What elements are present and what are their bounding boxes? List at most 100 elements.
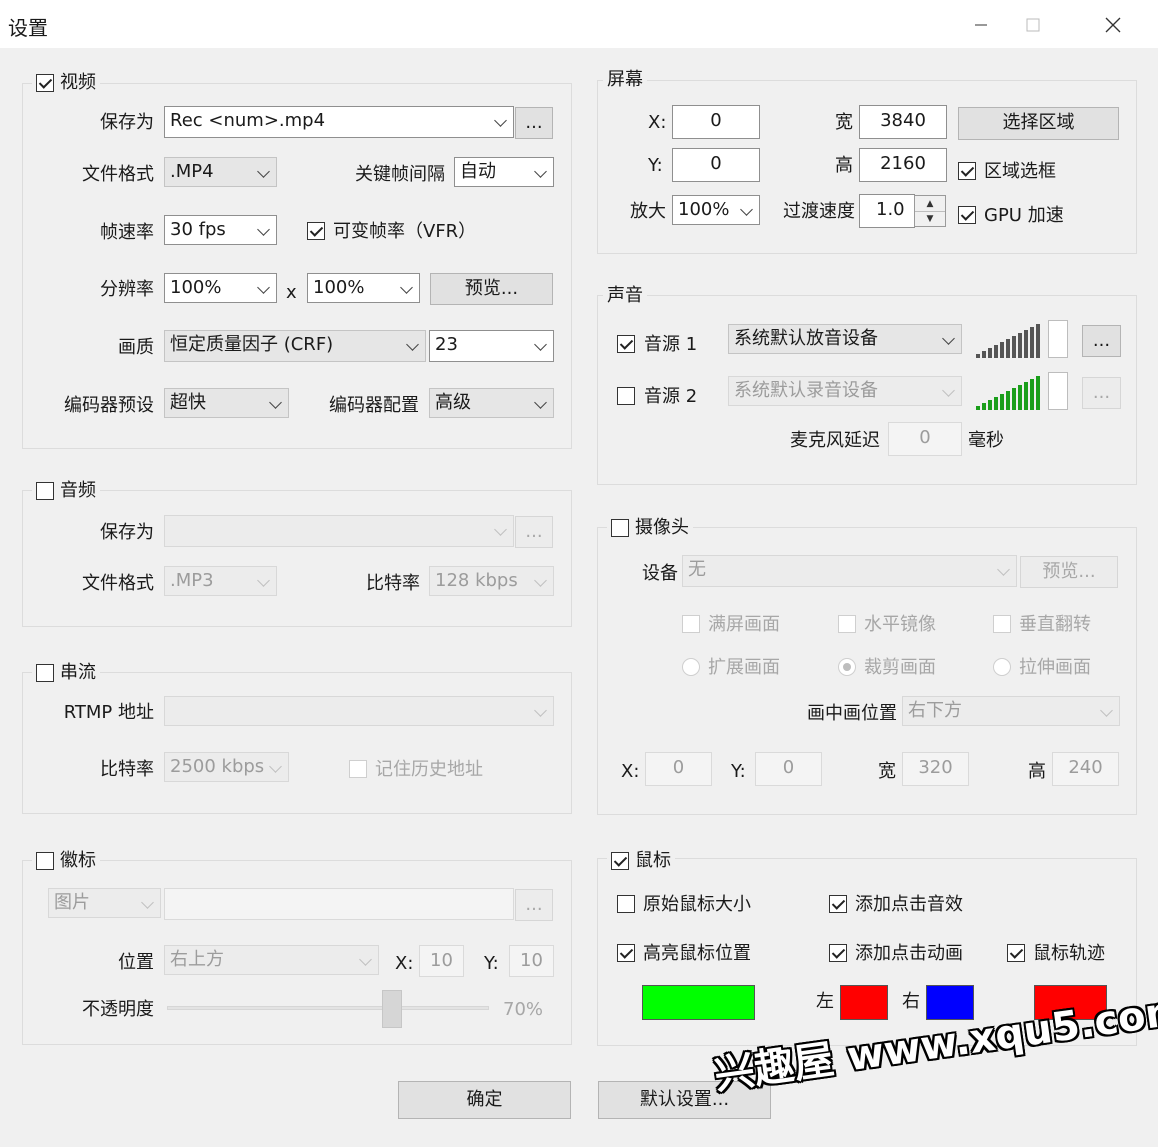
ok-button[interactable]: 确定	[398, 1081, 571, 1119]
source1-volume-handle[interactable]	[1048, 320, 1068, 358]
logo-type-combo[interactable]: 图片	[48, 888, 161, 918]
area-frame-checkbox[interactable]	[958, 162, 976, 180]
camera-enable-checkbox[interactable]	[611, 519, 629, 537]
logo-position-combo[interactable]: 右上方	[164, 945, 379, 975]
keyframe-combo[interactable]: 自动	[454, 157, 554, 187]
mic-delay-input[interactable]: 0	[888, 422, 962, 456]
screen-y-input[interactable]: 0	[672, 148, 760, 182]
pip-position-value: 右下方	[908, 700, 962, 721]
source2-options-button[interactable]: ...	[1082, 377, 1121, 409]
highlight-checkbox[interactable]	[617, 944, 635, 962]
transition-speed-spinner[interactable]: ▲ ▼	[914, 195, 946, 227]
encoder-profile-combo[interactable]: 高级	[429, 388, 554, 418]
source2-volume-handle[interactable]	[1048, 372, 1068, 410]
chevron-down-icon	[534, 165, 547, 178]
chevron-down-icon	[942, 384, 955, 397]
audio-enable-checkbox[interactable]	[36, 482, 54, 500]
quality-label: 画质	[118, 337, 154, 358]
vfr-checkbox[interactable]	[307, 222, 325, 240]
screen-x-input[interactable]: 0	[672, 105, 760, 139]
camera-group-header: 摄像头	[607, 517, 693, 539]
audio-bitrate-combo[interactable]: 128 kbps	[429, 566, 554, 596]
close-button[interactable]	[1090, 8, 1136, 42]
logo-group-label: 徽标	[60, 850, 96, 871]
camera-width-input[interactable]: 320	[902, 752, 969, 786]
screen-height-input[interactable]: 2160	[859, 148, 947, 182]
left-click-color-swatch[interactable]	[840, 985, 888, 1020]
quality-value-combo[interactable]: 23	[429, 330, 554, 362]
source1-options-button[interactable]: ...	[1082, 325, 1121, 357]
zoom-combo[interactable]: 100%	[672, 195, 760, 225]
pip-position-combo[interactable]: 右下方	[902, 696, 1120, 726]
mouse-enable-checkbox[interactable]	[611, 852, 629, 870]
stream-enable-checkbox[interactable]	[36, 664, 54, 682]
logo-browse-button[interactable]: ...	[515, 889, 553, 921]
remember-history-checkbox[interactable]	[349, 760, 367, 778]
logo-position-label: 位置	[118, 952, 154, 973]
source2-device-combo[interactable]: 系统默认录音设备	[728, 376, 962, 406]
extend-radio[interactable]	[682, 658, 700, 676]
screen-y-label: Y:	[648, 155, 663, 176]
click-sound-checkbox[interactable]	[829, 895, 847, 913]
meter-bar	[976, 354, 980, 358]
original-size-checkbox[interactable]	[617, 895, 635, 913]
resolution-width-combo[interactable]: 100%	[164, 273, 277, 303]
audio-format-combo[interactable]: .MP3	[164, 566, 277, 596]
rtmp-combo[interactable]	[164, 696, 554, 726]
camera-y-input[interactable]: 0	[755, 752, 822, 786]
mirror-checkbox[interactable]	[838, 615, 856, 633]
audio-group-label: 音频	[60, 480, 96, 501]
encoder-profile-label: 编码器配置	[329, 395, 419, 416]
logo-y-input[interactable]: 10	[509, 945, 554, 977]
check-icon	[619, 945, 634, 959]
opacity-slider-track[interactable]	[167, 1006, 489, 1010]
camera-height-input[interactable]: 240	[1052, 752, 1119, 786]
fullscreen-checkbox[interactable]	[682, 615, 700, 633]
screen-x-label: X:	[648, 112, 667, 133]
source1-device-combo[interactable]: 系统默认放音设备	[728, 324, 962, 354]
stream-bitrate-combo[interactable]: 2500 kbps	[164, 752, 289, 782]
opacity-slider-thumb[interactable]	[382, 990, 403, 1028]
video-enable-checkbox[interactable]	[36, 74, 54, 92]
trail-checkbox[interactable]	[1007, 944, 1025, 962]
source2-checkbox[interactable]	[617, 387, 635, 405]
gpu-accel-checkbox[interactable]	[958, 206, 976, 224]
camera-x-input[interactable]: 0	[645, 752, 712, 786]
flip-checkbox[interactable]	[993, 615, 1011, 633]
logo-x-input[interactable]: 10	[419, 945, 464, 977]
quality-mode-combo[interactable]: 恒定质量因子 (CRF)	[164, 330, 426, 362]
check-icon	[1009, 945, 1024, 959]
maximize-button[interactable]	[1010, 8, 1056, 42]
meter-bar	[1036, 376, 1040, 410]
minimize-button[interactable]	[958, 8, 1004, 42]
logo-path-input[interactable]	[164, 888, 514, 920]
spin-up-icon[interactable]: ▲	[915, 196, 945, 212]
video-browse-button[interactable]: ...	[515, 107, 553, 139]
camera-preview-button[interactable]: 预览...	[1020, 556, 1118, 588]
audio-save-as-combo[interactable]	[164, 515, 514, 547]
quality-mode-value: 恒定质量因子 (CRF)	[170, 334, 334, 355]
stretch-radio[interactable]	[993, 658, 1011, 676]
audio-browse-button[interactable]: ...	[515, 516, 553, 548]
highlight-color-swatch[interactable]	[642, 985, 755, 1020]
chevron-down-icon	[257, 165, 270, 178]
encoder-preset-label: 编码器预设	[64, 395, 154, 416]
meter-bar	[1036, 324, 1040, 358]
spin-down-icon[interactable]: ▼	[915, 211, 945, 226]
fps-combo[interactable]: 30 fps	[164, 215, 277, 245]
camera-device-combo[interactable]: 无	[682, 555, 1017, 587]
select-area-button[interactable]: 选择区域	[958, 107, 1119, 140]
source1-checkbox[interactable]	[617, 335, 635, 353]
video-save-as-combo[interactable]: Rec <num>.mp4	[164, 106, 514, 138]
logo-enable-checkbox[interactable]	[36, 852, 54, 870]
video-format-combo[interactable]: .MP4	[164, 157, 277, 187]
resolution-height-combo[interactable]: 100%	[307, 273, 420, 303]
click-anim-checkbox[interactable]	[829, 944, 847, 962]
transition-speed-input[interactable]: 1.0	[859, 194, 915, 228]
radio-selected-icon	[843, 663, 851, 671]
chevron-down-icon	[257, 223, 270, 236]
crop-radio[interactable]	[838, 658, 856, 676]
screen-width-input[interactable]: 3840	[859, 105, 947, 139]
encoder-preset-combo[interactable]: 超快	[164, 388, 289, 418]
video-preview-button[interactable]: 预览...	[430, 273, 553, 305]
